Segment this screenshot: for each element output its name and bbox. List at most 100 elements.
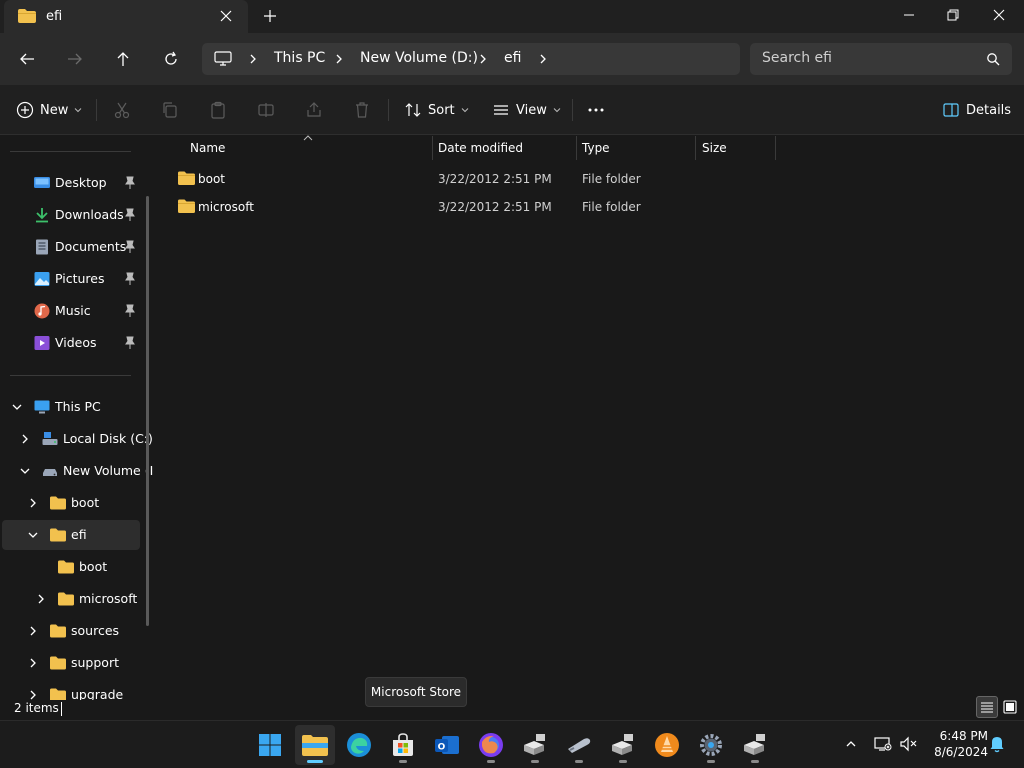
taskbar-installer[interactable]	[603, 725, 643, 765]
copy-button[interactable]	[160, 100, 180, 120]
chevron-down-icon[interactable]	[27, 529, 39, 541]
taskbar-usb-tool[interactable]	[559, 725, 599, 765]
column-header-type[interactable]: Type	[576, 136, 696, 160]
column-header-date-modified[interactable]: Date modified	[432, 136, 576, 160]
details-view-button[interactable]	[976, 696, 998, 718]
new-tab-button[interactable]	[258, 6, 282, 26]
sidebar-item-boot[interactable]: boot	[2, 488, 140, 518]
chevron-down-icon	[461, 108, 469, 113]
sidebar-item-videos[interactable]: Videos	[2, 328, 140, 358]
running-indicator	[531, 760, 539, 763]
title-bar: efi	[0, 0, 1024, 33]
breadcrumb-this-pc[interactable]: This PC	[274, 50, 325, 66]
arrow-right-icon	[68, 53, 82, 65]
ellipsis-icon	[588, 108, 604, 112]
sort-button[interactable]: Sort	[404, 98, 469, 122]
rename-button[interactable]	[256, 100, 276, 120]
plus-icon	[264, 10, 276, 22]
start-button[interactable]	[250, 725, 290, 765]
navigation-pane[interactable]: Desktop Downloads Documents Pictures Mus…	[0, 136, 158, 700]
sidebar-item-sources[interactable]: sources	[2, 616, 140, 646]
sidebar-item-efi-boot[interactable]: boot	[2, 552, 140, 582]
file-row-boot[interactable]: boot 3/22/2012 2:51 PM File folder	[170, 166, 790, 192]
tab-efi[interactable]: efi	[4, 0, 248, 33]
edge-icon	[347, 733, 371, 757]
taskbar-settings[interactable]	[691, 725, 731, 765]
search-input[interactable]	[762, 50, 972, 66]
cut-button[interactable]	[112, 100, 132, 120]
sidebar-item-downloads[interactable]: Downloads	[2, 200, 140, 230]
taskbar-installer[interactable]	[735, 725, 775, 765]
taskbar-edge[interactable]	[339, 725, 379, 765]
share-button[interactable]	[304, 100, 324, 120]
view-button[interactable]: View	[492, 98, 561, 122]
restore-button[interactable]	[930, 0, 976, 30]
sidebar-item-support[interactable]: support	[2, 648, 140, 678]
more-options-button[interactable]	[586, 100, 606, 120]
sidebar-scrollbar[interactable]	[146, 196, 149, 626]
chevron-right-icon[interactable]	[536, 52, 550, 66]
tiles-view-button[interactable]	[999, 696, 1021, 718]
taskbar-installer[interactable]	[515, 725, 555, 765]
chevron-down-icon[interactable]	[19, 465, 31, 477]
search-box[interactable]	[750, 43, 1012, 75]
file-name: boot	[198, 172, 226, 186]
taskbar-microsoft-store[interactable]	[383, 725, 423, 765]
taskbar-file-explorer[interactable]	[295, 725, 335, 765]
chevron-right-icon[interactable]	[27, 689, 39, 700]
refresh-button[interactable]	[158, 47, 184, 71]
sidebar-item-music[interactable]: Music	[2, 296, 140, 326]
running-indicator	[487, 760, 495, 763]
taskbar-outlook[interactable]: O	[427, 725, 467, 765]
column-header-name[interactable]: Name	[184, 136, 432, 160]
breadcrumb-new-volume[interactable]: New Volume (D:)	[360, 50, 478, 66]
chevron-right-icon[interactable]	[27, 657, 39, 669]
trash-icon	[356, 102, 368, 118]
taskbar-firefox[interactable]	[471, 725, 511, 765]
close-window-button[interactable]	[976, 0, 1022, 30]
close-icon	[993, 9, 1005, 21]
breadcrumb-efi[interactable]: efi	[504, 50, 521, 66]
sidebar-item-microsoft[interactable]: microsoft	[2, 584, 140, 614]
up-button[interactable]	[110, 47, 136, 71]
new-button[interactable]: New	[16, 98, 82, 122]
downloads-icon	[36, 208, 48, 223]
close-tab-button[interactable]	[216, 6, 236, 26]
taskbar-vlc[interactable]	[647, 725, 687, 765]
sidebar-item-pictures[interactable]: Pictures	[2, 264, 140, 294]
details-button[interactable]: Details	[942, 98, 1011, 122]
delete-button[interactable]	[352, 100, 372, 120]
sidebar-item-documents[interactable]: Documents	[2, 232, 140, 262]
column-divider[interactable]	[775, 136, 776, 160]
taskbar-clock[interactable]: 6:48 PM 8/6/2024	[926, 728, 988, 760]
chevron-right-icon[interactable]	[19, 433, 31, 445]
sidebar-item-this-pc[interactable]: This PC	[2, 392, 140, 422]
chevron-down-icon[interactable]	[11, 401, 23, 413]
chevron-right-icon[interactable]	[35, 593, 47, 605]
desktop-icon	[34, 177, 50, 188]
paste-button[interactable]	[208, 100, 228, 120]
forward-button[interactable]	[62, 47, 88, 71]
sidebar-item-local-disk-c[interactable]: Local Disk (C:)	[2, 424, 153, 454]
minimize-button[interactable]	[886, 0, 932, 30]
computer-icon	[214, 51, 232, 66]
show-hidden-icons-button[interactable]	[840, 733, 862, 755]
taskbar-tooltip: Microsoft Store	[365, 677, 467, 707]
notifications-button[interactable]	[986, 733, 1008, 755]
volume-button[interactable]	[898, 733, 920, 755]
chevron-right-icon[interactable]	[27, 625, 39, 637]
sidebar-item-upgrade[interactable]: upgrade	[2, 680, 140, 700]
pin-icon	[125, 272, 135, 285]
sidebar-item-efi[interactable]: efi	[2, 520, 140, 550]
address-bar[interactable]: This PC New Volume (D:) efi	[202, 43, 740, 75]
network-button[interactable]	[872, 733, 894, 755]
microsoft-store-icon	[393, 733, 413, 756]
column-header-size[interactable]: Size	[696, 136, 776, 160]
chevron-right-icon[interactable]	[27, 497, 39, 509]
back-button[interactable]	[14, 47, 40, 71]
sidebar-item-new-volume-d[interactable]: New Volume (I	[2, 456, 153, 486]
file-list[interactable]: Name Date modified Type Size boot 3/22/2…	[160, 135, 1024, 700]
file-row-microsoft[interactable]: microsoft 3/22/2012 2:51 PM File folder	[170, 194, 790, 220]
file-explorer-icon	[302, 735, 328, 756]
sidebar-item-desktop[interactable]: Desktop	[2, 168, 140, 198]
